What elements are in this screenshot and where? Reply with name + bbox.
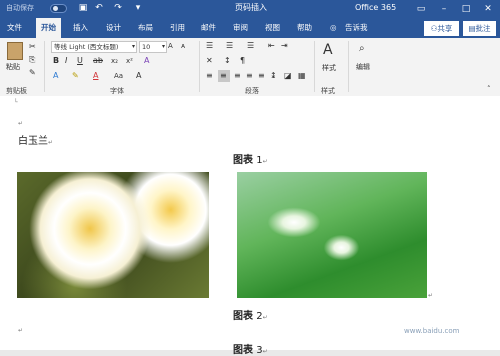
share-label: 共享 bbox=[437, 24, 453, 33]
watermark-text: www.baidu.com bbox=[404, 327, 460, 335]
save-icon[interactable]: ▣ bbox=[78, 3, 88, 14]
group-divider bbox=[348, 41, 349, 92]
align-center-icon: ≡ bbox=[220, 71, 227, 80]
minimize-icon[interactable]: – bbox=[435, 0, 453, 18]
maximize-icon[interactable]: □ bbox=[457, 0, 475, 18]
tab-design[interactable]: 设计 bbox=[106, 18, 121, 38]
tab-review[interactable]: 审阅 bbox=[233, 18, 248, 38]
tab-file[interactable]: 文件 bbox=[7, 18, 22, 38]
char-shading-icon[interactable]: A bbox=[136, 71, 141, 81]
underline-icon[interactable]: U bbox=[77, 56, 83, 66]
autosave-label: 自动保存 bbox=[6, 4, 34, 12]
tab-mailings[interactable]: 邮件 bbox=[201, 18, 216, 38]
tab-home[interactable]: 开始 bbox=[36, 18, 61, 38]
paragraph-mark: ↵ bbox=[428, 292, 434, 299]
group-divider bbox=[314, 41, 315, 92]
line-spacing-icon[interactable]: ↨ bbox=[270, 71, 277, 81]
title-bar: 自动保存 ▣ ↶ ↷ ▾ 页码插入 Office 365 ▭ – □ ✕ bbox=[0, 0, 500, 18]
align-left-icon[interactable]: ≡ bbox=[206, 71, 213, 81]
heading-text: 白玉兰↵ bbox=[18, 136, 54, 147]
shrink-font-icon[interactable]: ᴀ bbox=[181, 41, 185, 51]
increase-indent-icon[interactable]: ⇥ bbox=[281, 41, 288, 51]
paragraph-mark: ↵ bbox=[18, 120, 24, 127]
customize-icon[interactable]: ▾ bbox=[133, 3, 143, 14]
font-name-dropdown[interactable]: 等线 Light (西文标题) bbox=[51, 41, 137, 53]
comments-label: 批注 bbox=[475, 24, 491, 33]
lily-of-the-valley-image[interactable] bbox=[237, 172, 427, 298]
caption-prefix: 图表 bbox=[233, 155, 253, 166]
grow-font-icon[interactable]: A bbox=[168, 41, 173, 51]
bold-icon[interactable]: B bbox=[53, 56, 59, 66]
figure-caption-3: 图表 3↵ bbox=[233, 345, 268, 356]
group-divider bbox=[199, 41, 200, 92]
comment-icon: ▤ bbox=[468, 24, 476, 33]
autosave-toggle[interactable] bbox=[50, 4, 67, 13]
figure-caption-1: 图表 1↵ bbox=[233, 155, 268, 166]
caption-prefix: 图表 bbox=[233, 345, 253, 356]
app-name: Office 365 bbox=[355, 3, 397, 12]
redo-icon[interactable]: ↷ bbox=[113, 3, 123, 14]
share-button[interactable]: ⚇共享 bbox=[424, 21, 459, 36]
tell-me-search[interactable]: 告诉我 bbox=[345, 18, 368, 38]
strikethrough-icon[interactable]: ab bbox=[93, 56, 103, 66]
highlight-icon[interactable]: ✎ bbox=[72, 71, 79, 81]
shading-icon[interactable]: ◪ bbox=[284, 71, 292, 81]
font-color-icon[interactable]: A bbox=[93, 71, 98, 81]
margin-corner-mark: └ bbox=[14, 99, 18, 106]
chinese-layout-icon[interactable]: ✕ bbox=[206, 56, 213, 66]
italic-icon[interactable]: I bbox=[65, 56, 67, 66]
styles-icon[interactable]: A bbox=[323, 42, 333, 58]
font-group-label: 字体 bbox=[110, 87, 124, 95]
tab-insert[interactable]: 插入 bbox=[73, 18, 88, 38]
text-effects-icon[interactable]: A bbox=[53, 71, 58, 81]
document-title: 页码插入 bbox=[235, 3, 267, 12]
lightbulb-icon: ◎ bbox=[330, 23, 337, 32]
group-divider bbox=[44, 41, 45, 92]
paste-icon[interactable] bbox=[7, 42, 23, 60]
figure-caption-2: 图表 2↵ bbox=[233, 311, 268, 322]
change-case-icon[interactable]: Aa bbox=[114, 71, 123, 81]
paragraph-mark: ↵ bbox=[18, 327, 24, 334]
distributed-icon[interactable]: ≡ bbox=[258, 71, 265, 81]
document-page[interactable]: └ ↵ 白玉兰↵ 图表 1↵ ↵ 图表 2↵ ↵ 图表 3↵ bbox=[0, 96, 500, 356]
paste-label[interactable]: 粘贴 bbox=[6, 62, 20, 72]
tab-references[interactable]: 引用 bbox=[170, 18, 185, 38]
sort-icon[interactable]: ↕ bbox=[224, 56, 231, 66]
clipboard-group-label: 剪贴板 bbox=[6, 87, 27, 95]
ribbon: 粘贴 ✂ ⎘ ✎ 剪贴板 等线 Light (西文标题) 10 A ᴀ B I … bbox=[0, 38, 500, 97]
styles-button-label[interactable]: 样式 bbox=[322, 63, 336, 73]
tab-layout[interactable]: 布局 bbox=[138, 18, 153, 38]
numbering-icon[interactable]: ☰ bbox=[226, 41, 233, 51]
justify-icon[interactable]: ≡ bbox=[246, 71, 253, 81]
align-right-icon[interactable]: ≡ bbox=[234, 71, 241, 81]
paragraph-group-label: 段落 bbox=[245, 87, 259, 95]
tab-view[interactable]: 视图 bbox=[265, 18, 280, 38]
collapse-ribbon-icon[interactable]: ˄ bbox=[487, 84, 491, 94]
styles-group-label: 样式 bbox=[321, 87, 335, 95]
show-marks-icon[interactable]: ¶ bbox=[240, 56, 245, 66]
subscript-icon[interactable]: x₂ bbox=[111, 56, 118, 66]
tab-help[interactable]: 帮助 bbox=[297, 18, 312, 38]
clear-format-icon[interactable]: A bbox=[144, 56, 149, 66]
comments-button[interactable]: ▤批注 bbox=[463, 21, 496, 36]
caption-prefix: 图表 bbox=[233, 311, 253, 322]
undo-icon[interactable]: ↶ bbox=[94, 3, 104, 14]
cut-icon[interactable]: ✂ bbox=[29, 42, 36, 52]
font-size-dropdown[interactable]: 10 bbox=[139, 41, 167, 53]
search-icon[interactable]: ⌕ bbox=[359, 43, 365, 55]
decrease-indent-icon[interactable]: ⇤ bbox=[268, 41, 275, 51]
superscript-icon[interactable]: x² bbox=[126, 56, 133, 66]
close-icon[interactable]: ✕ bbox=[479, 0, 497, 18]
heading-label: 白玉兰 bbox=[18, 136, 48, 147]
frangipani-flower-image[interactable] bbox=[17, 172, 209, 298]
ribbon-display-icon[interactable]: ▭ bbox=[412, 0, 430, 18]
format-painter-icon[interactable]: ✎ bbox=[29, 68, 36, 78]
multilevel-list-icon[interactable]: ☰ bbox=[247, 41, 254, 51]
bullets-icon[interactable]: ☰ bbox=[206, 41, 213, 51]
editing-button-label[interactable]: 编辑 bbox=[356, 62, 370, 72]
borders-icon[interactable]: ▦ bbox=[298, 71, 306, 81]
copy-icon[interactable]: ⎘ bbox=[29, 55, 35, 65]
